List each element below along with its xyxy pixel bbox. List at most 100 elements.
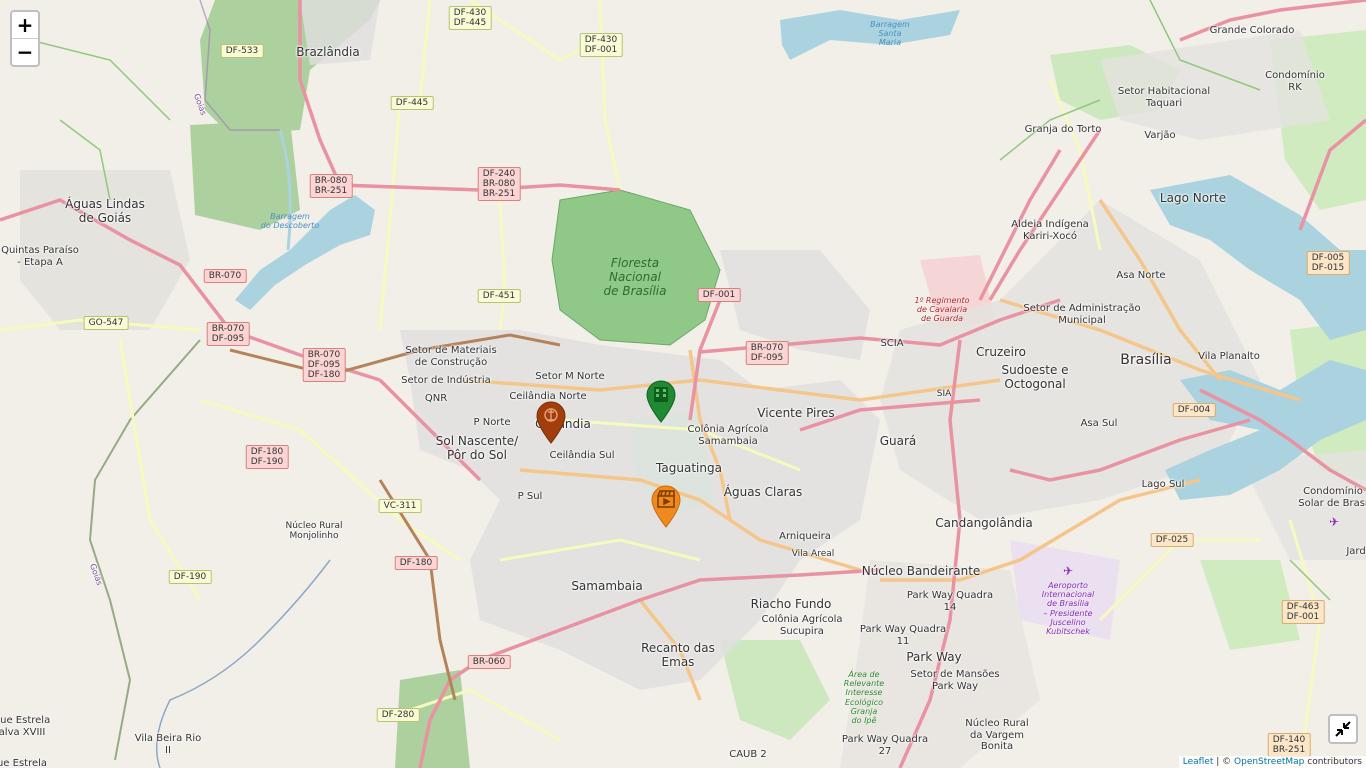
label-floresta-nacional: Floresta Nacional de Brasília: [603, 256, 667, 298]
zoom-control: + −: [10, 10, 40, 67]
place-riacho-fundo: Riacho Fundo: [750, 597, 832, 611]
place-aguas-lindas: Águas Lindas de Goiás: [65, 197, 145, 225]
place-asa-norte: Asa Norte: [1116, 270, 1166, 281]
attribution: Leaflet | © OpenStreetMap contributors: [1178, 756, 1366, 768]
shield-df451: DF-451: [477, 289, 521, 303]
shield-br070-095-180: BR-070 DF-095 DF-180: [302, 348, 346, 382]
shield-br070: BR-070: [203, 269, 247, 283]
place-guara: Guará: [879, 434, 917, 448]
airport-icon-east: ✈: [1328, 515, 1340, 529]
zoom-in-button[interactable]: +: [12, 12, 38, 38]
place-condominio-solar: Condomínio Solar de Brasí: [1298, 486, 1366, 509]
shield-vc311: VC-311: [378, 499, 422, 513]
shield-df430-001: DF-430 DF-001: [579, 33, 623, 57]
place-setor-mansoes: Setor de Mansões Park Way: [910, 669, 1000, 692]
shield-df004: DF-004: [1172, 403, 1216, 417]
place-caub: CAUB 2: [729, 749, 767, 760]
attribution-suffix: contributors: [1304, 757, 1362, 767]
shield-df190: DF-190: [168, 570, 212, 584]
place-aguas-claras: Águas Claras: [723, 485, 803, 499]
zoom-out-button[interactable]: −: [12, 38, 38, 65]
place-que-estrela: que Estrela alva XVIII: [0, 715, 51, 738]
place-asa-sul: Asa Sul: [1080, 418, 1118, 429]
marker-taguatinga-north[interactable]: [645, 379, 677, 423]
place-p-sul: P Sul: [517, 491, 543, 502]
shield-df025: DF-025: [1150, 533, 1194, 547]
shield-df140-br251: DF-140 BR-251: [1267, 733, 1311, 757]
place-park-way-11: Park Way Quadra 11: [859, 624, 947, 647]
shield-df180: DF-180: [394, 556, 438, 570]
shield-df280: DF-280: [376, 708, 420, 722]
place-condominio-rk: Condomínio RK: [1265, 70, 1325, 93]
place-vila-planalto: Vila Planalto: [1198, 351, 1260, 362]
place-nucleo-bandeirante: Núcleo Bandeirante: [861, 564, 981, 578]
osm-link[interactable]: OpenStreetMap: [1234, 757, 1304, 767]
collapse-arrows-icon: [1335, 721, 1351, 737]
state-border-west: [88, 339, 201, 761]
place-setor-m-norte: Setor M Norte: [535, 371, 605, 382]
place-taquari: Setor Habitacional Taquari: [1117, 86, 1211, 109]
shield-br080-251: BR-080 BR-251: [309, 174, 353, 198]
shield-br070-095: BR-070 DF-095: [206, 322, 250, 346]
label-regimento: 1º Regimento de Cavalaria de Guarda: [914, 296, 970, 324]
shield-df533: DF-533: [220, 44, 264, 58]
place-monjolinho: Núcleo Rural Monjolinho: [285, 521, 343, 542]
place-setor-admin: Setor de Administração Municipal: [1023, 303, 1141, 326]
place-estrela: ue Estrela: [0, 758, 48, 768]
place-setor-materiais: Setor de Materiais de Construção: [405, 345, 497, 368]
place-vicente-pires: Vicente Pires: [757, 406, 835, 420]
place-taguatinga: Taguatinga: [656, 461, 722, 475]
place-colonia-samambaia: Colônia Agrícola Samambaia: [687, 424, 769, 447]
label-area-relevante: Área de Relevante Interesse Ecológico Gr…: [843, 670, 885, 725]
label-barragem-santa-maria: Barragem Santa Maria: [870, 20, 910, 48]
place-brazlandia: Brazlândia: [296, 45, 360, 59]
place-sol-nascente: Sol Nascente/ Pôr do Sol: [435, 434, 519, 462]
place-aldeia: Aldeia Indígena Kariri-Xocó: [1011, 219, 1089, 242]
place-arniqueira: Arniqueira: [779, 531, 831, 542]
place-vila-beira-rio: Vila Beira Rio II: [134, 733, 202, 756]
shield-df180-190: DF-180 DF-190: [245, 445, 289, 469]
shield-br060: BR-060: [467, 655, 511, 669]
place-p-norte: P Norte: [473, 417, 511, 428]
place-sudoeste: Sudoeste e Octogonal: [1001, 363, 1069, 391]
place-park-way-27: Park Way Quadra 27: [841, 734, 929, 757]
fullscreen-toggle-button[interactable]: [1328, 714, 1358, 744]
label-aeroporto: Aeroporto Internacional de Brasília – Pr…: [1041, 581, 1095, 636]
place-scia: SCIA: [880, 338, 904, 349]
marker-ceilandia[interactable]: [535, 400, 567, 444]
shield-df463-001: DF-463 DF-001: [1281, 600, 1325, 624]
map-container[interactable]: Brazlândia Águas Lindas de Goiás Quintas…: [0, 0, 1366, 768]
place-cruzeiro: Cruzeiro: [976, 345, 1026, 359]
place-jardim: Jard: [1346, 546, 1366, 557]
place-candangolandia: Candangolândia: [935, 516, 1033, 530]
attribution-separator: | ©: [1213, 757, 1235, 767]
shield-df005-015: DF-005 DF-015: [1306, 251, 1350, 275]
shield-df430-445: DF-430 DF-445: [448, 6, 492, 30]
place-ceilandia-sul: Ceilândia Sul: [549, 450, 615, 461]
shield-df001: DF-001: [697, 288, 741, 302]
place-granja-torto: Granja do Torto: [1024, 124, 1102, 135]
place-brasilia: Brasília: [1120, 352, 1172, 368]
leaflet-link[interactable]: Leaflet: [1183, 757, 1214, 767]
place-park-way: Park Way: [906, 650, 962, 664]
place-varjao: Varjão: [1144, 130, 1176, 141]
place-park-way-14: Park Way Quadra 14: [906, 590, 994, 613]
label-barragem-descoberto: Barragem do Descoberto: [260, 212, 320, 231]
place-qnr: QNR: [424, 393, 448, 404]
place-lago-sul: Lago Sul: [1141, 479, 1185, 490]
shield-br070-095-b: BR-070 DF-095: [745, 341, 789, 365]
shield-df445: DF-445: [390, 96, 434, 110]
shield-go547: GO-547: [83, 316, 129, 330]
park-area-south: [720, 640, 830, 740]
shield-df240: DF-240 BR-080 BR-251: [477, 167, 521, 201]
place-setor-industria: Setor de Indústria: [401, 375, 491, 386]
place-quintas: Quintas Paraíso - Etapa A: [1, 245, 79, 268]
place-colonia-sucupira: Colônia Agrícola Sucupira: [761, 614, 843, 637]
place-sia: SIA: [936, 389, 952, 399]
building-icon: [654, 387, 668, 402]
marker-taguatinga-south[interactable]: [650, 484, 682, 528]
place-vargem-bonita: Núcleo Rural da Vargem Bonita: [965, 718, 1029, 752]
place-recanto: Recanto das Emas: [641, 641, 715, 669]
place-vila-areal: Vila Areal: [791, 549, 835, 559]
place-lago-norte: Lago Norte: [1159, 191, 1227, 205]
